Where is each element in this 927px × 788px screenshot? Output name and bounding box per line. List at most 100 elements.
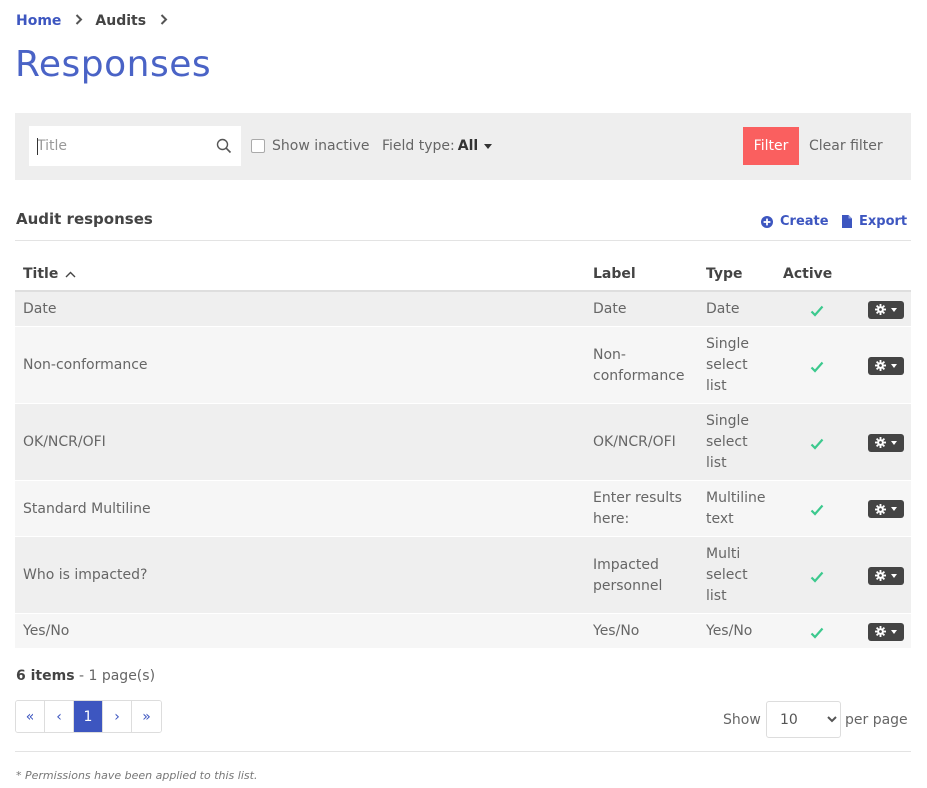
per-page-select[interactable]: 10 [766, 701, 841, 738]
cell-label: OK/NCR/OFI [593, 432, 698, 453]
filter-bar: Show inactive Field type: All Filter Cle… [15, 113, 911, 180]
cell-title[interactable]: Yes/No [23, 621, 69, 642]
page-prev-button[interactable]: ‹ [45, 701, 74, 732]
check-icon [810, 303, 824, 324]
check-icon [810, 436, 824, 457]
table-row[interactable]: Non-conformance Non-conformance Single sele… [15, 327, 911, 404]
search-icon[interactable] [216, 138, 232, 154]
cell-type: Date [706, 299, 776, 320]
export-button[interactable]: Export [842, 214, 907, 229]
table-row[interactable]: OK/NCR/OFI OK/NCR/OFI Single select list [15, 404, 911, 481]
cell-label-line: OK/NCR/OFI [593, 434, 676, 450]
divider [15, 240, 911, 241]
page-last-button[interactable]: » [132, 701, 161, 732]
table-row[interactable]: Date Date Date [15, 292, 911, 327]
cell-type-line: list [706, 378, 727, 394]
row-actions-button[interactable] [868, 622, 904, 641]
row-actions-button[interactable] [868, 356, 904, 375]
caret-down-icon [891, 629, 897, 634]
cell-label: Date [593, 299, 698, 320]
cell-title[interactable]: Date [23, 299, 56, 320]
items-count: 6 items - 1 page(s) [16, 668, 156, 684]
filter-button[interactable]: Filter [743, 127, 799, 165]
gear-icon [875, 503, 886, 515]
cell-type-line: list [706, 588, 727, 604]
cell-type-line: select [706, 434, 748, 450]
cell-label-line: here: [593, 511, 630, 527]
cell-label-line: personnel [593, 577, 663, 594]
page-current-button[interactable]: 1 [74, 701, 103, 732]
create-button[interactable]: Create [761, 214, 829, 229]
caret-down-icon [891, 307, 897, 312]
cell-label: Non-conformance [593, 345, 698, 387]
cell-type: Multi select list [706, 544, 776, 607]
cell-type-line: list [706, 455, 727, 471]
cell-label-line: conformance [593, 367, 685, 384]
pagination: « ‹ 1 › » [15, 700, 162, 733]
cell-type: Yes/No [706, 621, 776, 642]
section-title: Audit responses [16, 210, 153, 228]
cell-label-line: Enter results [593, 490, 682, 506]
cell-label: Enter results here: [593, 488, 698, 530]
table-header: Title Label Type Active [15, 256, 911, 292]
check-icon [810, 359, 824, 380]
cell-type-line: Single [706, 413, 750, 429]
cell-label-line: Impacted [593, 556, 659, 573]
show-label: Show [723, 712, 761, 728]
field-type-value: All [457, 138, 479, 154]
row-actions-button[interactable] [868, 566, 904, 585]
cell-title[interactable]: Standard Multiline [23, 499, 151, 520]
divider [15, 751, 911, 752]
cell-type: Multiline text [706, 488, 776, 530]
breadcrumb-audits[interactable]: Audits [95, 13, 146, 29]
breadcrumb-home[interactable]: Home [16, 13, 61, 29]
cell-type: Single select list [706, 334, 776, 397]
table-row[interactable]: Who is impacted? Impacted personnel Multi se… [15, 537, 911, 614]
caret-down-icon [891, 573, 897, 578]
gear-icon [875, 626, 886, 637]
clear-filter-button[interactable]: Clear filter [809, 138, 883, 154]
field-type-label: Field type: [382, 138, 455, 154]
show-inactive-label[interactable]: Show inactive [272, 138, 370, 154]
cell-type-line: Multi [706, 546, 741, 562]
check-icon [810, 569, 824, 590]
cell-title[interactable]: OK/NCR/OFI [23, 432, 106, 453]
cell-type: Single select list [706, 411, 776, 474]
cell-label-line: Date [593, 301, 627, 317]
export-label: Export [859, 214, 908, 229]
page-first-button[interactable]: « [16, 701, 45, 732]
table-row[interactable]: Standard Multiline Enter results here: Mult… [15, 481, 911, 537]
search-input[interactable] [37, 126, 212, 166]
page-next-button[interactable]: › [103, 701, 132, 732]
cell-type-line: Multiline [706, 490, 766, 506]
caret-down-icon [484, 143, 493, 149]
cell-title[interactable]: Who is impacted? [23, 565, 147, 586]
row-actions-button[interactable] [868, 500, 904, 518]
cell-title[interactable]: Non-conformance [23, 355, 148, 376]
chevron-right-icon [160, 13, 168, 29]
column-header-title[interactable]: Title [23, 266, 76, 282]
show-inactive-checkbox[interactable] [251, 139, 265, 153]
per-page-label: per page [845, 712, 908, 728]
breadcrumb: Home Audits [16, 13, 180, 29]
plus-circle-icon [761, 215, 773, 228]
cell-type-line: Date [706, 301, 740, 317]
chevron-right-icon [75, 13, 83, 29]
responses-table: Title Label Type Active Date Date Date Non-… [15, 256, 911, 649]
field-type-dropdown[interactable]: Field type: All [382, 138, 493, 154]
column-header-type[interactable]: Type [706, 266, 743, 282]
gear-icon [875, 360, 886, 371]
row-actions-button[interactable] [868, 433, 904, 452]
cell-type-line: select [706, 357, 748, 373]
table-body: Date Date Date Non-conformance Non-conforman… [15, 292, 911, 649]
search-box [29, 126, 241, 166]
table-row[interactable]: Yes/No Yes/No Yes/No [15, 614, 911, 649]
column-header-label[interactable]: Label [593, 266, 636, 282]
create-label: Create [780, 214, 829, 229]
cell-label-line: Yes/No [593, 623, 640, 639]
caret-down-icon [891, 507, 897, 511]
cell-label: Yes/No [593, 621, 698, 642]
column-header-active[interactable]: Active [783, 266, 832, 282]
text-cursor [37, 138, 38, 155]
row-actions-button[interactable] [868, 300, 904, 319]
